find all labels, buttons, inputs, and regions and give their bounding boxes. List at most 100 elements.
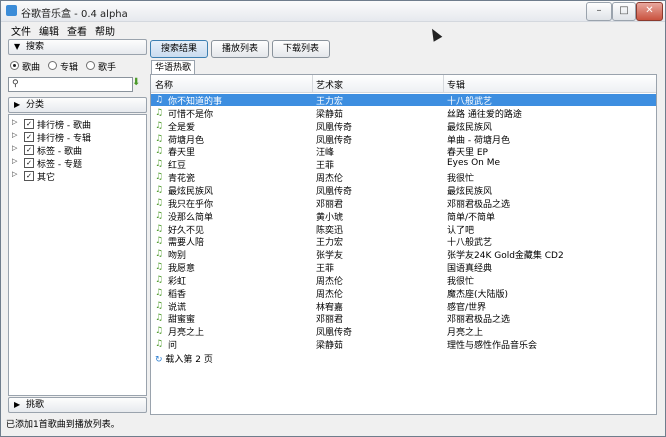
radio-song[interactable] (10, 61, 19, 70)
table-row[interactable]: ♫ 春天里 汪峰 春天里 EP (151, 145, 656, 159)
cell-title: 最炫民族风 (168, 186, 214, 197)
refresh-icon: ↻ (155, 355, 163, 365)
close-button[interactable]: ✕ (636, 2, 663, 21)
status-bar: 已添加1首歌曲到播放列表。 (6, 420, 120, 430)
music-note-icon: ♫ (155, 107, 164, 118)
cell-album: 十八般武艺 (447, 238, 493, 249)
expand-arrow-icon[interactable]: ▷ (12, 118, 17, 126)
expand-arrow-icon[interactable]: ▷ (12, 131, 17, 139)
tab-download-list[interactable]: 下载列表 (272, 40, 330, 58)
cell-album: 魔杰座(大陆版) (447, 289, 509, 300)
maximize-button[interactable]: □ (612, 2, 636, 21)
cell-artist: 林宥嘉 (316, 302, 344, 313)
cell-album: 春天里 EP (447, 148, 488, 159)
cell-artist: 张学友 (316, 251, 344, 262)
table-row[interactable]: ♫ 我只在乎你 邓丽君 邓丽君极品之选 (151, 197, 656, 210)
cell-artist: 王菲 (316, 264, 335, 275)
tree-item-label: 排行榜 - 专辑 (37, 134, 91, 144)
table-row[interactable]: ♫ 稻香 周杰伦 魔杰座(大陆版) (151, 287, 656, 300)
tab-playlist[interactable]: 播放列表 (211, 40, 269, 58)
cell-artist: 王力宏 (316, 238, 344, 249)
search-input[interactable]: ⚲ (8, 77, 133, 92)
cell-album: 最炫民族风 (447, 122, 493, 133)
table-row[interactable]: ♫ 青花瓷 周杰伦 我很忙 (151, 171, 656, 185)
cell-title: 好久不见 (168, 225, 205, 236)
expand-arrow-icon[interactable]: ▷ (12, 157, 17, 165)
column-header-album[interactable]: 专辑 (447, 78, 465, 91)
tab-search-results[interactable]: 搜索结果 (150, 40, 208, 58)
download-icon[interactable]: ⬇ (132, 77, 144, 91)
cell-title: 可惜不是你 (168, 109, 214, 120)
app-icon (6, 5, 17, 16)
radio-album-label: 专辑 (60, 63, 79, 73)
load-more-link[interactable]: ↻ 载入第 2 页 (155, 352, 213, 365)
table-row[interactable]: ♫ 月亮之上 凤凰传奇 月亮之上 (151, 325, 656, 338)
table-row[interactable]: ♫ 彩虹 周杰伦 我很忙 (151, 274, 656, 287)
column-header-name[interactable]: 名称 (155, 78, 173, 91)
pick-panel-tab[interactable]: ▶ 挑歌 (8, 397, 147, 413)
radio-song-label: 歌曲 (22, 63, 41, 73)
radio-album[interactable] (48, 61, 57, 70)
table-row[interactable]: ♫ 好久不见 陈奕迅 认了吧 (151, 223, 656, 236)
menu-edit[interactable]: 编辑 (39, 23, 59, 38)
radio-artist[interactable] (86, 61, 95, 70)
table-row[interactable]: ♫ 需要人陪 王力宏 十八般武艺 (151, 235, 656, 249)
tree-checkbox[interactable]: ✓ (24, 119, 34, 129)
tree-checkbox[interactable]: ✓ (24, 171, 34, 181)
cell-album: 我很忙 (447, 276, 475, 287)
cell-artist: 邓丽君 (316, 315, 344, 326)
tree-checkbox[interactable]: ✓ (24, 145, 34, 155)
search-panel-label: 搜索 (26, 42, 45, 52)
table-row[interactable]: ♫ 你不知道的事 王力宏 十八般武艺 (151, 94, 656, 107)
table-row[interactable]: ♫ 红豆 王菲 Eyes On Me (151, 158, 656, 171)
music-note-icon: ♫ (155, 210, 164, 221)
cell-album: Eyes On Me (447, 158, 501, 169)
expand-arrow-icon[interactable]: ▷ (12, 170, 17, 178)
menu-file[interactable]: 文件 (11, 23, 31, 38)
table-row[interactable]: ♫ 可惜不是你 梁静茹 丝路 通往爱的路途 (151, 107, 656, 120)
column-header-artist[interactable]: 艺术家 (316, 78, 343, 91)
cell-artist: 梁静茹 (316, 341, 344, 352)
cell-album: 最炫民族风 (447, 186, 493, 197)
song-table: 名称 艺术家 专辑 ♫ 你不知道的事王力宏 十八般武艺 ♫ 可惜不是你梁静茹 丝路 通往爱… (150, 74, 657, 415)
music-note-icon: ♫ (155, 223, 164, 234)
table-row[interactable]: ♫ 全是爱 凤凰传奇 最炫民族风 (151, 120, 656, 133)
category-panel-label: 分类 (26, 100, 45, 110)
table-row[interactable]: ♫ 甜蜜蜜 邓丽君 邓丽君极品之选 (151, 312, 656, 326)
tab-chinese-hits[interactable]: 华语热歌 (151, 60, 195, 75)
cell-album: 丝路 通往爱的路途 (447, 109, 522, 120)
table-row[interactable]: ♫ 没那么简单 黄小琥 简单/不简单 (151, 210, 656, 223)
category-tree: ▷ ✓ 排行榜 - 歌曲 ▷ ✓ 排行榜 - 专辑 ▷ ✓ 标签 - 歌曲 ▷ … (8, 114, 147, 396)
column-divider[interactable] (443, 75, 444, 92)
music-note-icon: ♫ (155, 197, 164, 208)
cell-title: 青花瓷 (168, 174, 196, 185)
music-note-icon: ♫ (155, 95, 164, 105)
music-note-icon: ♫ (155, 274, 164, 285)
app-window: 谷歌音乐盒 - 0.4 alpha – □ ✕ 文件 编辑 查看 帮助 ▼ 搜索… (0, 0, 666, 437)
menu-view[interactable]: 查看 (67, 23, 87, 38)
table-row[interactable]: ♫ 说谎 林宥嘉 感官/世界 (151, 300, 656, 313)
search-panel-tab[interactable]: ▼ 搜索 (8, 39, 147, 55)
table-row[interactable]: ♫ 最炫民族风 凤凰传奇 最炫民族风 (151, 184, 656, 197)
expand-arrow-icon[interactable]: ▷ (12, 144, 17, 152)
tree-checkbox[interactable]: ✓ (24, 158, 34, 168)
pick-panel-label: 挑歌 (26, 400, 45, 410)
cell-artist: 黄小琥 (316, 212, 344, 223)
music-note-icon: ♫ (155, 159, 164, 170)
tree-checkbox[interactable]: ✓ (24, 132, 34, 142)
table-row[interactable]: ♫ 荷塘月色 凤凰传奇 单曲 - 荷塘月色 (151, 133, 656, 146)
menu-bar: 文件 编辑 查看 帮助 (1, 22, 665, 38)
table-row[interactable]: ♫ 我愿意 王菲 国语真经典 (151, 261, 656, 275)
cell-title: 没那么简单 (168, 212, 214, 223)
table-row[interactable]: ♫ 问 梁静茹 理性与感性作品音乐会 (151, 338, 656, 352)
minimize-button[interactable]: – (586, 2, 612, 21)
cell-title: 荷塘月色 (168, 135, 205, 146)
category-panel-tab[interactable]: ▶ 分类 (8, 97, 147, 113)
cell-artist: 周杰伦 (316, 174, 344, 185)
tree-item-label: 排行榜 - 歌曲 (37, 121, 91, 131)
cell-title: 问 (168, 341, 178, 352)
table-row[interactable]: ♫ 吻别 张学友 张学友24K Gold金藏集 CD2 (151, 248, 656, 262)
cell-title: 你不知道的事 (168, 97, 223, 107)
menu-help[interactable]: 帮助 (95, 23, 115, 38)
column-divider[interactable] (312, 75, 313, 92)
